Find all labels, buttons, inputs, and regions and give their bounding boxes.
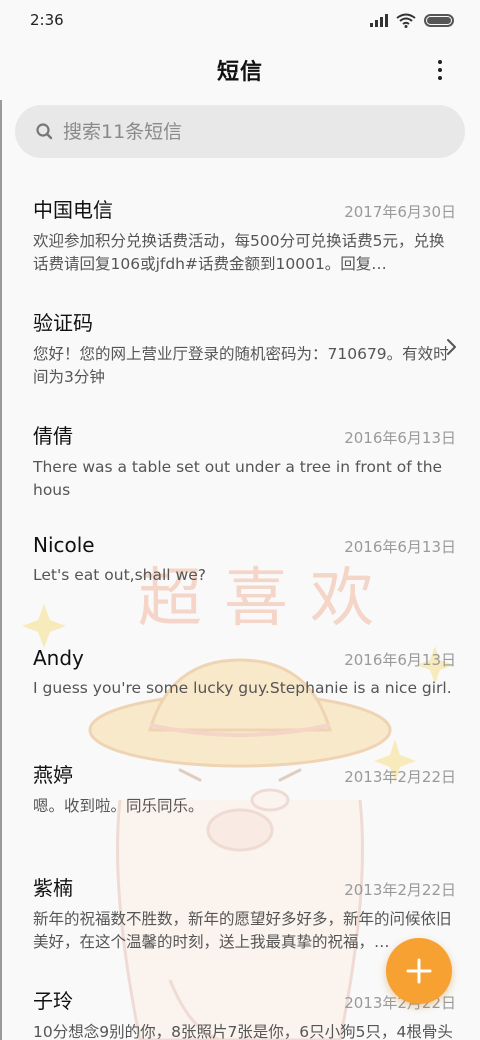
page-title: 短信 — [216, 60, 263, 85]
message-date: 2017年6月30日 — [344, 203, 456, 221]
message-preview: 嗯。收到啦。同乐同乐。 — [33, 797, 204, 815]
message-list: 中国电信 2017年6月30日 欢迎参加积分兑换话费活动，每500分可兑换话费5… — [0, 180, 480, 1040]
list-item[interactable]: Andy 2016年6月13日 I guess you're some luck… — [0, 632, 480, 745]
contact-name: 子玲 — [33, 989, 73, 1013]
message-preview: 新年的祝福数不胜数，新年的愿望好多好多，新年的问候依旧美好，在这个温馨的时刻，送… — [33, 910, 452, 951]
message-date: 2016年6月13日 — [344, 429, 456, 447]
search-icon — [35, 122, 55, 142]
message-preview: There was a table set out under a tree i… — [33, 458, 443, 499]
message-preview: Let's eat out,shall we? — [33, 566, 206, 584]
contact-name: Nicole — [33, 533, 95, 557]
contact-name: Andy — [33, 646, 84, 670]
chevron-right-icon[interactable] — [446, 338, 458, 356]
contact-name: 燕婷 — [33, 763, 73, 787]
status-bar: 2:36 — [0, 0, 480, 40]
wifi-icon — [396, 13, 416, 28]
message-preview: 您好！您的网上营业厅登录的随机密码为：710679。有效时间为3分钟 — [33, 345, 449, 386]
search-bar[interactable] — [15, 105, 465, 158]
message-preview: 10分想念9别的你，8张照片7张是你，6只小狗5只，4根骨头3根归你，2爪着地1… — [33, 1023, 453, 1040]
contact-name: 验证码 — [33, 311, 93, 335]
contact-name: 倩倩 — [33, 424, 73, 448]
status-icons — [370, 13, 454, 28]
battery-icon — [424, 13, 454, 27]
signal-icon — [370, 13, 388, 27]
message-preview: 欢迎参加积分兑换话费活动，每500分可兑换话费5元，兑换话费请回复106或jfd… — [33, 232, 445, 273]
search-input[interactable] — [63, 120, 423, 143]
message-date: 2016年6月13日 — [344, 538, 456, 556]
more-options-icon[interactable] — [426, 56, 454, 84]
list-item[interactable]: 燕婷 2013年2月22日 嗯。收到啦。同乐同乐。 — [0, 745, 480, 858]
status-time: 2:36 — [30, 11, 64, 29]
header: 短信 — [0, 40, 480, 100]
message-date: 2013年2月22日 — [344, 768, 456, 786]
list-item[interactable]: 验证码 您好！您的网上营业厅登录的随机密码为：710679。有效时间为3分钟 — [0, 293, 480, 406]
contact-name: 紫楠 — [33, 876, 73, 900]
new-message-button[interactable] — [386, 938, 452, 1004]
message-date: 2013年2月22日 — [344, 881, 456, 899]
list-item[interactable]: Nicole 2016年6月13日 Let's eat out,shall we… — [0, 519, 480, 632]
contact-name: 中国电信 — [33, 198, 113, 222]
message-date: 2016年6月13日 — [344, 651, 456, 669]
list-item[interactable]: 中国电信 2017年6月30日 欢迎参加积分兑换话费活动，每500分可兑换话费5… — [0, 180, 480, 293]
plus-icon — [406, 958, 432, 984]
message-preview: I guess you're some lucky guy.Stephanie … — [33, 679, 452, 697]
list-item[interactable]: 倩倩 2016年6月13日 There was a table set out … — [0, 406, 480, 519]
